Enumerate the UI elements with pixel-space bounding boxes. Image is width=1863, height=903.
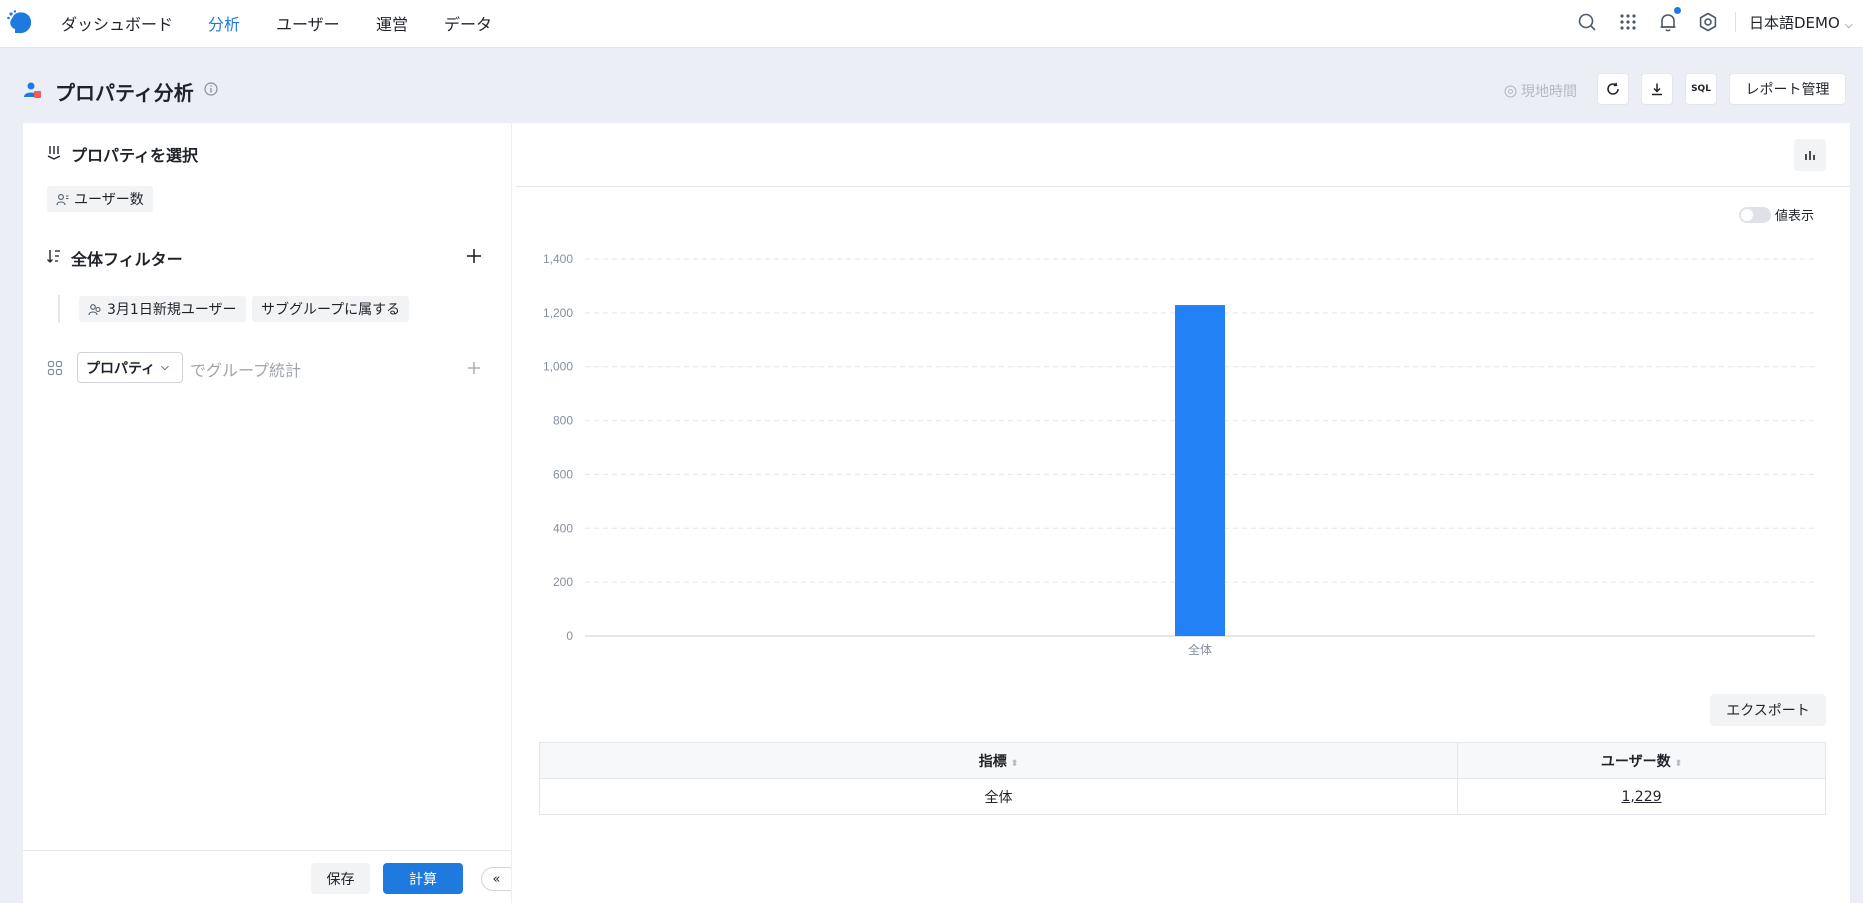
table-row: 全体 1,229 (539, 778, 1826, 815)
add-filter-icon[interactable] (466, 248, 482, 264)
sql-label: SQL (1691, 84, 1711, 94)
cell-metric: 全体 (539, 778, 1458, 815)
sql-button[interactable]: SQL (1685, 73, 1717, 105)
y-tick-label: 1,000 (543, 360, 573, 374)
y-tick-label: 800 (553, 414, 573, 428)
refresh-icon (1607, 82, 1619, 95)
header-user-count[interactable]: ユーザー数 ⬍ (1457, 742, 1826, 779)
filter-icon (47, 250, 60, 263)
header-metric[interactable]: 指標 ⬍ (539, 742, 1458, 779)
chevron-down-icon: ⌵ (1844, 18, 1853, 31)
metric-tag-label: ユーザー数 (74, 192, 144, 208)
y-tick-label: 400 (553, 521, 573, 535)
filter-indent-line (58, 295, 60, 323)
header-metric-label: 指標 (978, 753, 1007, 770)
globe-icon (1504, 84, 1517, 98)
add-group-icon[interactable] (466, 360, 482, 376)
account-name: 日本語DEMO (1749, 14, 1840, 32)
report-management-button[interactable]: レポート管理 (1729, 73, 1846, 105)
user-count-link[interactable]: 1,229 (1621, 789, 1661, 805)
cell-user-count: 1,229 (1457, 778, 1826, 815)
header-user-count-label: ユーザー数 (1600, 753, 1671, 770)
filter-tag-label: 3月1日新規ユーザー (107, 302, 237, 318)
bar (1175, 305, 1225, 636)
double-chevron-left-icon: « (492, 871, 501, 887)
user-icon (56, 193, 69, 205)
y-tick-label: 600 (553, 467, 573, 481)
chart-type-button[interactable] (1794, 139, 1826, 171)
nav-item-operations[interactable]: 運営 (376, 11, 408, 35)
filter-tag-new-users[interactable]: 3月1日新規ユーザー (79, 296, 246, 322)
query-panel: プロパティを選択 ユーザー数 全体フィルター 3月1日新規ユーザー サブグループ… (23, 123, 511, 903)
page-title: プロパティ分析 (55, 81, 194, 105)
property-select-value: プロパティ (86, 360, 156, 377)
y-tick-label: 200 (553, 575, 573, 589)
apps-grid-icon[interactable] (1617, 11, 1639, 33)
value-display-label: 値表示 (1775, 209, 1815, 224)
refresh-button[interactable] (1597, 73, 1629, 105)
export-button[interactable]: エクスポート (1710, 694, 1826, 726)
group-by-label: でグループ統計 (190, 361, 302, 380)
metric-tag[interactable]: ユーザー数 (47, 186, 153, 212)
toolbar-divider (516, 186, 1850, 187)
search-icon[interactable] (1576, 11, 1598, 33)
sort-icon: ⬍ (1674, 758, 1683, 769)
settings-gear-icon[interactable] (1697, 11, 1719, 33)
calculate-button[interactable]: 計算 (383, 863, 463, 894)
filter-tag-subgroup[interactable]: サブグループに属する (252, 296, 410, 322)
top-divider (1735, 12, 1736, 32)
nav-item-analysis[interactable]: 分析 (208, 11, 240, 35)
notification-dot (1674, 7, 1681, 14)
y-tick-label: 0 (566, 629, 573, 643)
group-by-icon (47, 360, 63, 376)
download-button[interactable] (1641, 73, 1673, 105)
y-tick-label: 1,400 (543, 252, 573, 266)
results-panel: 値表示 0 200 400 600 800 1,000 1,200 1,400 全体 エクスポー… (512, 123, 1850, 903)
value-display-toggle[interactable] (1739, 207, 1771, 223)
x-tick-label: 全体 (1188, 642, 1212, 657)
y-tick-label: 1,200 (543, 306, 573, 320)
app-logo-icon[interactable] (6, 9, 34, 37)
global-filter-title: 全体フィルター (71, 250, 183, 269)
toggle-knob (1741, 209, 1753, 221)
collapse-panel-button[interactable]: « (481, 867, 511, 891)
timezone-label: 現地時間 (1521, 84, 1577, 100)
group-by-property-select[interactable]: プロパティ ⌵ (77, 352, 183, 383)
account-menu[interactable]: 日本語DEMO ⌵ (1749, 12, 1853, 33)
save-button[interactable]: 保存 (311, 863, 370, 894)
timezone-toggle[interactable]: 現地時間 (1504, 81, 1577, 101)
bar-chart-icon (1805, 151, 1815, 160)
nav-item-dashboard[interactable]: ダッシュボード (61, 11, 173, 35)
sort-icon: ⬍ (1010, 758, 1019, 769)
user-group-icon (88, 303, 101, 315)
property-select-title: プロパティを選択 (71, 146, 199, 165)
nav-item-data[interactable]: データ (444, 11, 492, 35)
results-table: 指標 ⬍ ユーザー数 ⬍ 全体 1,229 (539, 742, 1826, 815)
property-select-icon (47, 146, 61, 160)
bell-icon[interactable] (1657, 11, 1679, 33)
chevron-down-icon: ⌵ (161, 362, 169, 373)
property-analysis-icon (24, 82, 41, 98)
footer-divider (23, 850, 511, 851)
info-icon[interactable] (204, 82, 218, 96)
bar-chart: 0 200 400 600 800 1,000 1,200 1,400 全体 (543, 252, 1815, 657)
top-navbar: ダッシュボード 分析 ユーザー 運営 データ 日本語DEMO ⌵ (0, 0, 1863, 48)
nav-item-users[interactable]: ユーザー (276, 11, 340, 35)
download-icon (1652, 83, 1662, 96)
table-header-row: 指標 ⬍ ユーザー数 ⬍ (539, 742, 1826, 779)
